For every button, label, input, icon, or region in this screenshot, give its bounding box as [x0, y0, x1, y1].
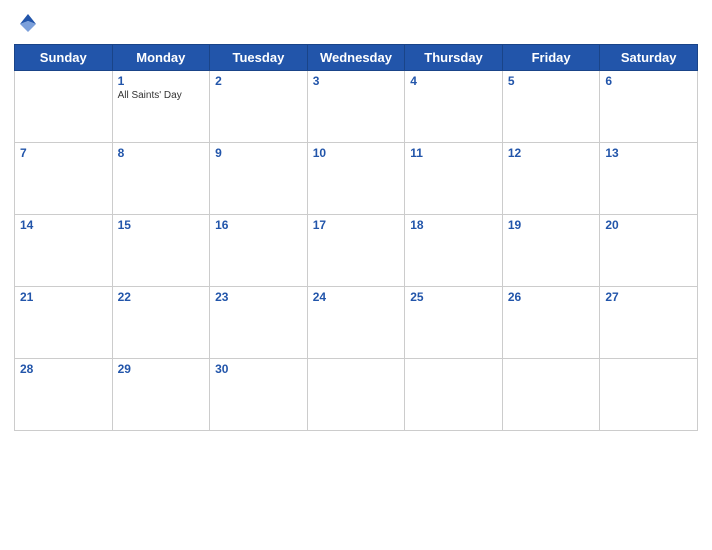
day-number: 18	[410, 218, 497, 232]
day-number: 8	[118, 146, 205, 160]
calendar-cell: 28	[15, 359, 113, 431]
calendar-cell	[307, 359, 405, 431]
calendar-cell	[405, 359, 503, 431]
calendar-cell: 5	[502, 71, 600, 143]
weekday-row: SundayMondayTuesdayWednesdayThursdayFrid…	[15, 45, 698, 71]
day-number: 29	[118, 362, 205, 376]
calendar-week-1: 1 All Saints' Day 23456	[15, 71, 698, 143]
calendar-cell: 1 All Saints' Day	[112, 71, 210, 143]
calendar-cell: 16	[210, 215, 308, 287]
day-number: 24	[313, 290, 400, 304]
calendar-page: SundayMondayTuesdayWednesdayThursdayFrid…	[0, 0, 712, 550]
day-number: 20	[605, 218, 692, 232]
calendar-week-4: 21 22 23 24 25 26 27	[15, 287, 698, 359]
day-number: 17	[313, 218, 400, 232]
day-number: 6	[605, 74, 692, 88]
calendar-cell: 20	[600, 215, 698, 287]
calendar-cell: 19	[502, 215, 600, 287]
day-number: 21	[20, 290, 107, 304]
day-number: 10	[313, 146, 400, 160]
weekday-header-friday: Friday	[502, 45, 600, 71]
day-number: 15	[118, 218, 205, 232]
day-number: 22	[118, 290, 205, 304]
day-number: 13	[605, 146, 692, 160]
calendar-cell: 25	[405, 287, 503, 359]
day-number: 7	[20, 146, 107, 160]
calendar-cell: 22	[112, 287, 210, 359]
weekday-header-wednesday: Wednesday	[307, 45, 405, 71]
day-number: 26	[508, 290, 595, 304]
calendar-cell: 8	[112, 143, 210, 215]
calendar-cell: 2	[210, 71, 308, 143]
day-number: 30	[215, 362, 302, 376]
calendar-week-2: 789 10 11 12 13	[15, 143, 698, 215]
day-number: 4	[410, 74, 497, 88]
calendar-body: 1All Saints' Day234567891011121314151617…	[15, 71, 698, 431]
calendar-cell: 17	[307, 215, 405, 287]
day-number: 14	[20, 218, 107, 232]
calendar-cell: 4	[405, 71, 503, 143]
calendar-cell: 15	[112, 215, 210, 287]
calendar-cell	[15, 71, 113, 143]
day-number: 11	[410, 146, 497, 160]
day-number: 2	[215, 74, 302, 88]
day-number: 25	[410, 290, 497, 304]
calendar-cell: 21	[15, 287, 113, 359]
calendar-cell	[502, 359, 600, 431]
calendar-cell: 14	[15, 215, 113, 287]
weekday-header-saturday: Saturday	[600, 45, 698, 71]
day-number: 12	[508, 146, 595, 160]
day-number: 16	[215, 218, 302, 232]
day-number: 23	[215, 290, 302, 304]
day-number: 5	[508, 74, 595, 88]
day-number: 27	[605, 290, 692, 304]
calendar-cell: 7	[15, 143, 113, 215]
calendar-cell: 10	[307, 143, 405, 215]
calendar-cell: 30	[210, 359, 308, 431]
calendar-header: SundayMondayTuesdayWednesdayThursdayFrid…	[15, 45, 698, 71]
calendar-week-3: 14 15 16 17 18 19 20	[15, 215, 698, 287]
weekday-header-monday: Monday	[112, 45, 210, 71]
logo	[14, 10, 46, 38]
weekday-header-sunday: Sunday	[15, 45, 113, 71]
calendar-table: SundayMondayTuesdayWednesdayThursdayFrid…	[14, 44, 698, 431]
calendar-cell: 12	[502, 143, 600, 215]
calendar-cell: 9	[210, 143, 308, 215]
logo-bird-icon	[14, 10, 42, 38]
day-number: 1	[118, 74, 205, 88]
weekday-header-tuesday: Tuesday	[210, 45, 308, 71]
calendar-cell: 29	[112, 359, 210, 431]
page-header	[14, 10, 698, 38]
day-number: 19	[508, 218, 595, 232]
calendar-cell: 3	[307, 71, 405, 143]
calendar-cell	[600, 359, 698, 431]
day-number: 28	[20, 362, 107, 376]
calendar-cell: 18	[405, 215, 503, 287]
day-number: 9	[215, 146, 302, 160]
calendar-cell: 13	[600, 143, 698, 215]
weekday-header-thursday: Thursday	[405, 45, 503, 71]
calendar-cell: 24	[307, 287, 405, 359]
calendar-cell: 6	[600, 71, 698, 143]
calendar-cell: 11	[405, 143, 503, 215]
calendar-week-5: 28 29 30	[15, 359, 698, 431]
calendar-cell: 26	[502, 287, 600, 359]
event-label: All Saints' Day	[118, 90, 205, 101]
calendar-cell: 27	[600, 287, 698, 359]
day-number: 3	[313, 74, 400, 88]
calendar-cell: 23	[210, 287, 308, 359]
